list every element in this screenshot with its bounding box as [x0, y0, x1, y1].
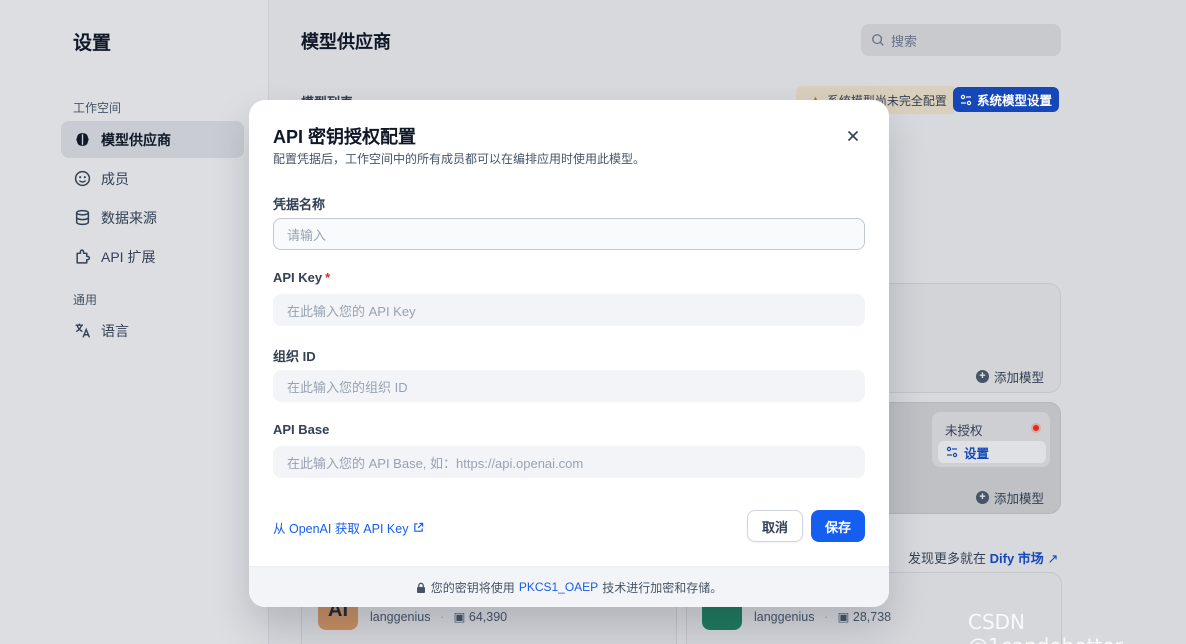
field-label-text: API Key	[273, 270, 323, 285]
sidebar-item-model-provider[interactable]: 模型供应商	[61, 121, 244, 158]
organization-id-label: 组织 ID	[273, 346, 316, 365]
add-model-label: 添加模型	[994, 371, 1045, 385]
brain-icon	[74, 131, 91, 148]
plugin-installs: 28,738	[852, 610, 892, 624]
field-label-text: API Base	[273, 422, 330, 437]
close-button[interactable]	[844, 127, 862, 145]
cancel-button[interactable]: 取消	[747, 510, 803, 542]
settings-sidebar: 设置 工作空间 模型供应商 成员 数据来源 API 扩展 通用 语言	[0, 0, 269, 644]
api-key-label: API Key *	[273, 270, 330, 285]
external-link-icon	[414, 522, 424, 532]
required-mark: *	[325, 270, 331, 285]
credential-name-label: 凭据名称	[273, 194, 325, 213]
dialog-subtitle: 配置凭据后，工作空间中的所有成员都可以在编排应用时使用此模型。	[273, 152, 646, 166]
arrow-up-right-icon: ↗	[1047, 551, 1059, 566]
unauthorized-label: 未授权	[945, 424, 983, 438]
api-base-input[interactable]: 在此输入您的 API Base, 如：https://api.openai.co…	[273, 446, 865, 478]
workspace-section-label: 工作空间	[73, 101, 122, 115]
search-placeholder: 搜索	[891, 33, 918, 49]
page-title: 模型供应商	[301, 32, 391, 52]
settings-sliders-icon	[946, 446, 958, 458]
field-label-text: 凭据名称	[273, 197, 326, 212]
plugin-author: langgenius	[370, 610, 431, 624]
members-icon	[74, 170, 91, 187]
sidebar-item-members[interactable]: 成员	[61, 160, 244, 197]
system-model-settings-button[interactable]: 系统模型设置	[953, 87, 1059, 112]
encryption-algo-link[interactable]: PKCS1_OAEP	[519, 580, 598, 594]
add-model-button[interactable]: + 添加模型	[976, 367, 1044, 386]
sidebar-item-label: 语言	[101, 322, 129, 339]
sidebar-item-data-source[interactable]: 数据来源	[61, 199, 244, 236]
database-icon	[74, 209, 91, 226]
search-icon	[872, 34, 884, 46]
sidebar-item-label: 数据来源	[101, 209, 157, 226]
discover-prefix: 发现更多就在	[908, 551, 987, 566]
sidebar-item-label: 模型供应商	[101, 131, 171, 148]
lock-icon	[416, 582, 425, 593]
settings-title: 设置	[73, 33, 112, 54]
field-label-text: 组织 ID	[273, 349, 316, 364]
sidebar-item-api-extension[interactable]: API 扩展	[61, 238, 244, 275]
system-model-settings-label: 系统模型设置	[976, 94, 1052, 108]
organization-id-input[interactable]: 在此输入您的组织 ID	[273, 370, 865, 402]
api-key-input[interactable]: 在此输入您的 API Key	[273, 294, 865, 326]
close-icon	[847, 130, 859, 142]
dialog-title: API 密钥授权配置	[273, 127, 417, 147]
plugin-meta: langgenius · ▣ 28,738	[754, 610, 892, 624]
settings-sliders-icon	[960, 94, 972, 105]
plus-circle-icon: +	[976, 491, 989, 504]
download-icon: ▣	[453, 610, 466, 624]
plus-circle-icon: +	[976, 370, 989, 383]
encryption-suffix: 技术进行加密和存储。	[602, 580, 723, 595]
general-section-label: 通用	[73, 293, 98, 307]
setup-button[interactable]: 设置	[938, 441, 1046, 463]
plugin-meta: langgenius · ▣ 64,390	[370, 610, 508, 624]
watermark: CSDN @1candobetter	[968, 610, 1123, 644]
api-key-auth-dialog: API 密钥授权配置 配置凭据后，工作空间中的所有成员都可以在编排应用时使用此模…	[249, 100, 889, 607]
plugin-author: langgenius	[754, 610, 815, 624]
input-placeholder: 在此输入您的 API Key	[287, 303, 416, 319]
status-dot	[1031, 423, 1041, 433]
input-placeholder: 请输入	[287, 227, 327, 243]
save-button[interactable]: 保存	[811, 510, 865, 542]
translate-icon	[74, 322, 91, 339]
sidebar-item-label: 成员	[101, 170, 129, 187]
input-placeholder: 在此输入您的组织 ID	[287, 379, 408, 395]
encryption-prefix: 您的密钥将使用	[430, 580, 515, 595]
get-api-key-link-label: 从 OpenAI 获取 API Key	[273, 522, 409, 536]
api-base-label: API Base	[273, 422, 329, 437]
setup-label: 设置	[964, 446, 990, 461]
marketplace-link[interactable]: 发现更多就在 Dify 市场 ↗	[908, 548, 1058, 567]
marketplace-link-label: Dify 市场	[989, 551, 1044, 566]
plugin-installs: 64,390	[468, 610, 508, 624]
credential-name-input[interactable]: 请输入	[273, 218, 865, 250]
add-model-label: 添加模型	[994, 492, 1045, 506]
search-input[interactable]: 搜索	[861, 24, 1061, 56]
puzzle-icon	[74, 248, 91, 265]
add-model-button[interactable]: + 添加模型	[976, 488, 1044, 507]
input-placeholder: 在此输入您的 API Base, 如：https://api.openai.co…	[287, 455, 584, 471]
download-icon: ▣	[837, 610, 850, 624]
sidebar-item-label: API 扩展	[101, 248, 156, 265]
encryption-notice: 您的密钥将使用 PKCS1_OAEP 技术进行加密和存储。	[249, 566, 889, 607]
get-api-key-link[interactable]: 从 OpenAI 获取 API Key	[273, 518, 424, 537]
sidebar-item-language[interactable]: 语言	[61, 312, 244, 349]
